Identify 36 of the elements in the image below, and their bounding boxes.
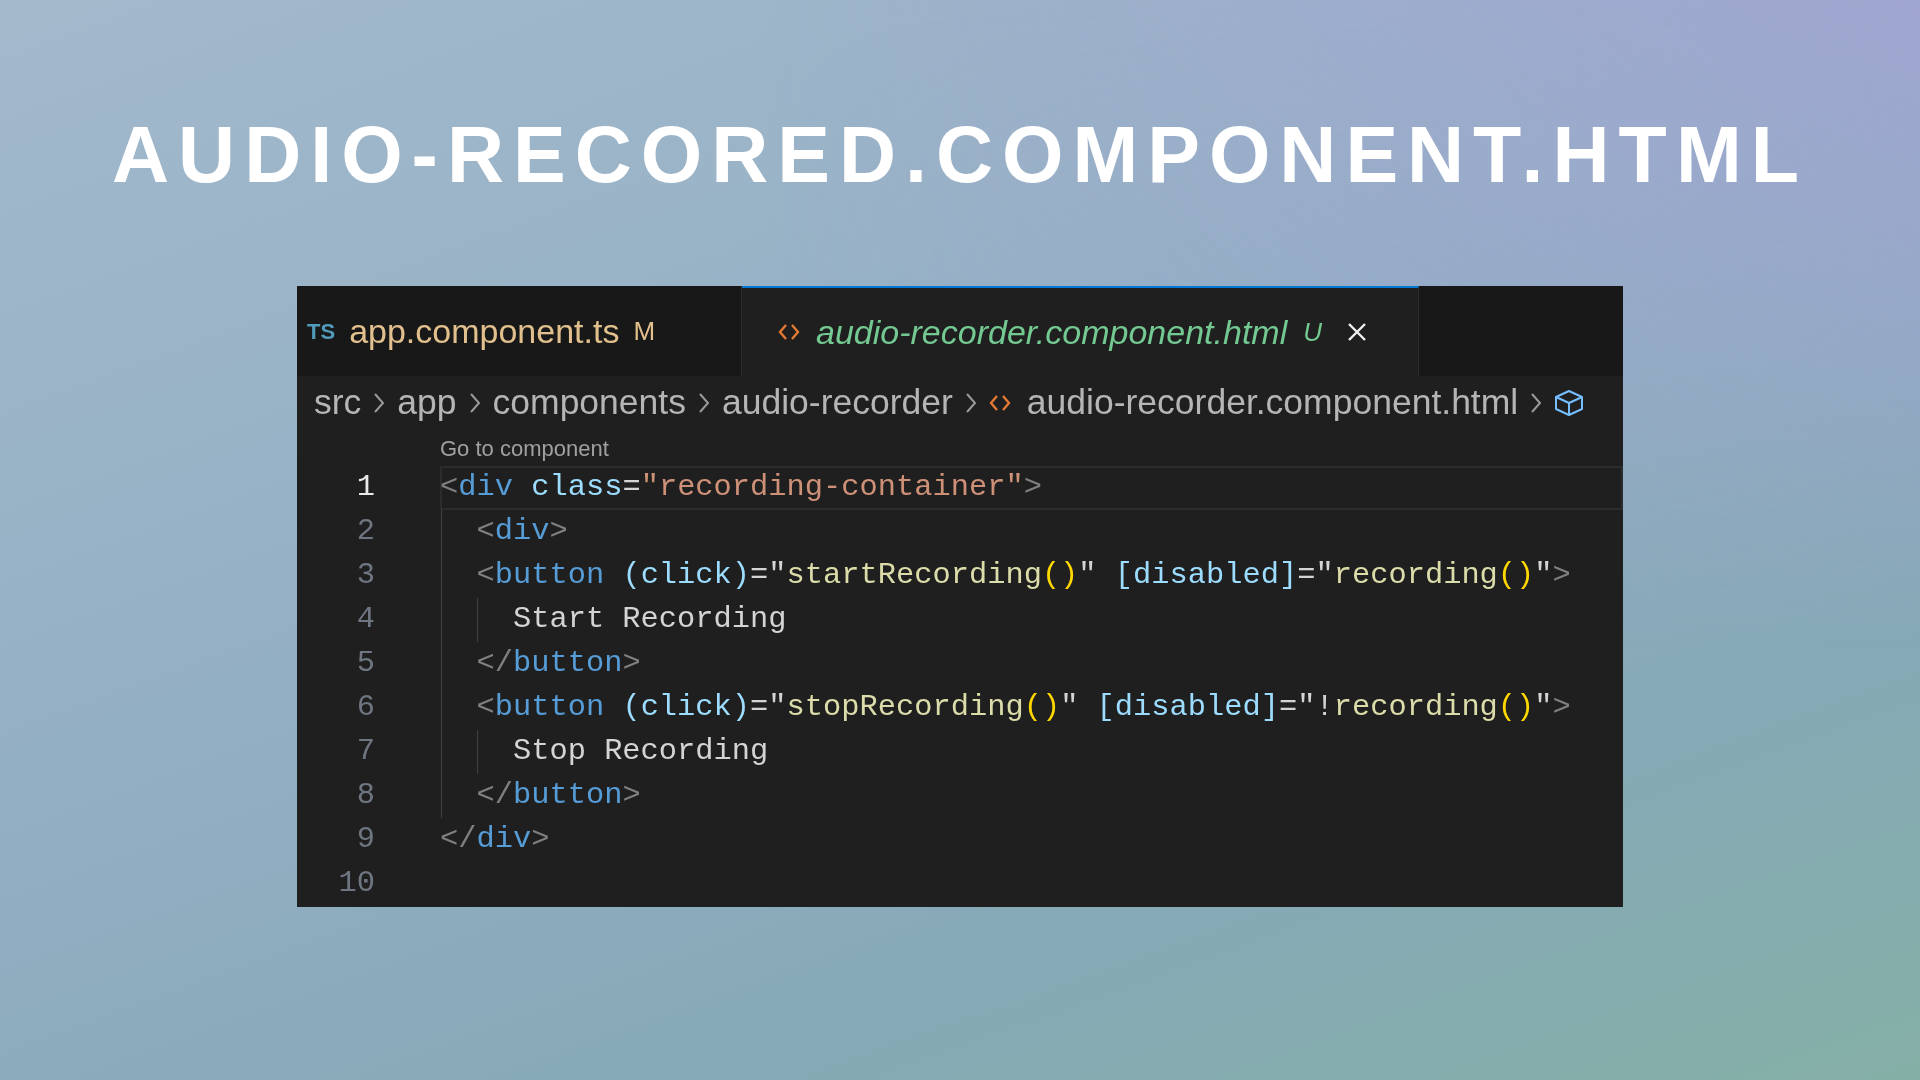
breadcrumb-item[interactable]: audio-recorder xyxy=(721,376,953,430)
code-line: <button (click)="stopRecording()" [disabled]="!recording()"> xyxy=(475,689,1571,727)
breadcrumb-item[interactable]: audio-recorder.component.html xyxy=(1026,376,1519,430)
code-line: </div> xyxy=(440,821,550,859)
chevron-icon xyxy=(964,392,977,414)
chevron-icon xyxy=(468,392,481,414)
code-line: <button (click)="startRecording()" [disabled]="recording()"> xyxy=(475,557,1571,595)
code-line: </button> xyxy=(475,777,641,815)
code-icon xyxy=(988,393,1011,413)
code-line: <div class="recording-container"> xyxy=(440,469,1042,507)
chevron-icon xyxy=(1530,392,1543,414)
chevron-icon xyxy=(697,392,710,414)
line-number: 9 xyxy=(355,821,375,859)
line-number: 3 xyxy=(355,557,375,595)
close-icon[interactable] xyxy=(1346,321,1368,343)
code-line: </button> xyxy=(475,645,641,683)
line-number: 6 xyxy=(355,689,375,727)
line-number: 5 xyxy=(355,645,375,683)
breadcrumb-item[interactable]: components xyxy=(492,376,686,430)
code-line: Start Recording xyxy=(511,601,787,639)
line-number: 7 xyxy=(355,733,375,771)
breadcrumb-item[interactable]: app xyxy=(397,376,457,430)
breadcrumb-item[interactable]: src xyxy=(314,376,362,430)
chevron-icon xyxy=(373,392,386,414)
line-number: 1 xyxy=(355,469,375,507)
codelens-link[interactable]: Go to component xyxy=(440,431,609,465)
code-line: <div> xyxy=(475,513,568,551)
line-number: 8 xyxy=(355,777,375,815)
slide-title: AUDIO-RECORED.COMPONENT.HTML xyxy=(112,115,1808,201)
line-number: 4 xyxy=(355,601,375,639)
code-line: Stop Recording xyxy=(511,733,769,771)
line-number: 10 xyxy=(337,865,375,903)
code-icon xyxy=(778,322,800,342)
editor-tab[interactable]: audio-recorder.component.html U xyxy=(742,286,1419,376)
cube-icon[interactable] xyxy=(1554,389,1585,417)
line-number: 2 xyxy=(355,513,375,551)
